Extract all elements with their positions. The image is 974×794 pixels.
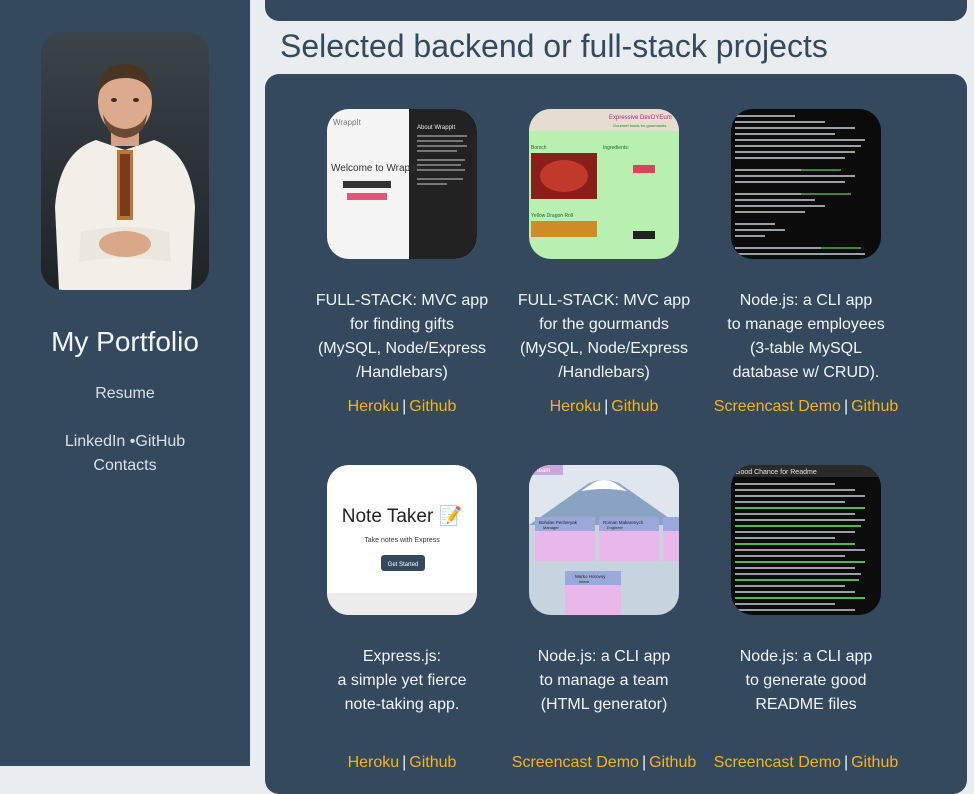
thumb-card-role: Manager — [543, 525, 559, 530]
contacts-link[interactable]: Contacts — [0, 457, 250, 475]
project-description: FULL-STACK: MVC app for the gourmands (M… — [517, 292, 691, 381]
terminal-screenshot — [731, 109, 881, 259]
previous-section-card — [265, 0, 967, 21]
sidebar: My Portfolio Resume LinkedIn •GitHub Con… — [0, 0, 250, 766]
screencast-demo-link[interactable]: Screencast Demo — [714, 754, 841, 771]
section-title: Selected backend or full-stack projects — [280, 28, 828, 64]
screencast-demo-link[interactable]: Screencast Demo — [512, 754, 639, 771]
team-screenshot: team Bohdan Pecheryak Manager Roman Maka… — [529, 465, 679, 615]
thumb-subtitle: Gourmet foods for gourmands — [613, 123, 666, 128]
project-thumbnail[interactable]: Expressive DevOYEum Gourmet foods for go… — [529, 109, 679, 259]
project-thumbnail[interactable]: Note Taker 📝 Take notes with Express Get… — [327, 465, 477, 615]
project-thumbnail[interactable]: Good Chance for Readme — [731, 465, 881, 615]
gourmands-screenshot: Expressive DevOYEum Gourmet foods for go… — [529, 109, 679, 259]
project-thumbnail[interactable] — [731, 109, 881, 259]
note-taker-screenshot: Note Taker 📝 Take notes with Express Get… — [327, 465, 477, 615]
github-link[interactable]: Github — [409, 398, 456, 415]
wrappit-screenshot: WrappIt Welcome to WrappIt About WrappIt — [327, 109, 477, 259]
project-description: FULL-STACK: MVC app for finding gifts (M… — [315, 292, 489, 381]
heroku-link[interactable]: Heroku — [348, 754, 400, 771]
projects-section: WrappIt Welcome to WrappIt About WrappIt… — [265, 74, 967, 794]
social-links: LinkedIn •GitHub — [0, 433, 250, 451]
screencast-demo-link[interactable]: Screencast Demo — [714, 398, 841, 415]
thumb-brand: WrappIt — [333, 118, 362, 127]
resume-link[interactable]: Resume — [0, 385, 250, 403]
github-link[interactable]: GitHub — [135, 433, 185, 450]
thumb-subtitle: Take notes with Express — [364, 537, 440, 544]
heroku-link[interactable]: Heroku — [550, 398, 602, 415]
thumb-title: Welcome to WrappIt — [331, 163, 421, 174]
thumb-button: Get Started — [388, 562, 419, 568]
project-thumbnail[interactable]: WrappIt Welcome to WrappIt About WrappIt — [327, 109, 477, 259]
readme-terminal-screenshot: Good Chance for Readme — [731, 465, 881, 615]
github-link[interactable]: Github — [851, 754, 898, 771]
thumb-title: Good Chance for Readme — [735, 469, 817, 476]
thumb-item: Borsch — [531, 145, 547, 151]
thumb-card-role: Engineer — [607, 525, 624, 530]
project-links: Screencast Demo | Github — [713, 754, 899, 771]
github-link[interactable]: Github — [611, 398, 658, 415]
project-thumbnail[interactable]: team Bohdan Pecheryak Manager Roman Maka… — [529, 465, 679, 615]
project-description: Node.js: a CLI app to generate good READ… — [739, 648, 873, 713]
thumb-tag: team — [537, 468, 550, 474]
brand-title: My Portfolio — [51, 326, 199, 357]
avatar — [41, 32, 209, 290]
heroku-link[interactable]: Heroku — [348, 398, 400, 415]
project-description: Node.js: a CLI app to manage employees (… — [727, 292, 885, 381]
thumb-ingredients: Ingredients: — [603, 145, 629, 151]
thumb-title: Note Taker 📝 — [342, 504, 462, 527]
project-description: Node.js: a CLI app to manage a team (HTM… — [537, 648, 671, 713]
linkedin-link[interactable]: LinkedIn — [65, 433, 126, 450]
project-links: Screencast Demo | Github — [713, 398, 899, 415]
profile-photo — [41, 32, 209, 290]
thumb-card-role: Intern — [579, 579, 589, 584]
project-description: Express.js: a simple yet fierce note-tak… — [337, 648, 467, 713]
thumb-item: Yellow Dragon Roll — [531, 213, 573, 219]
thumb-title: Expressive DevOYEum — [609, 115, 672, 121]
thumb-side-title: About WrappIt — [417, 125, 456, 131]
github-link[interactable]: Github — [409, 754, 456, 771]
github-link[interactable]: Github — [851, 398, 898, 415]
